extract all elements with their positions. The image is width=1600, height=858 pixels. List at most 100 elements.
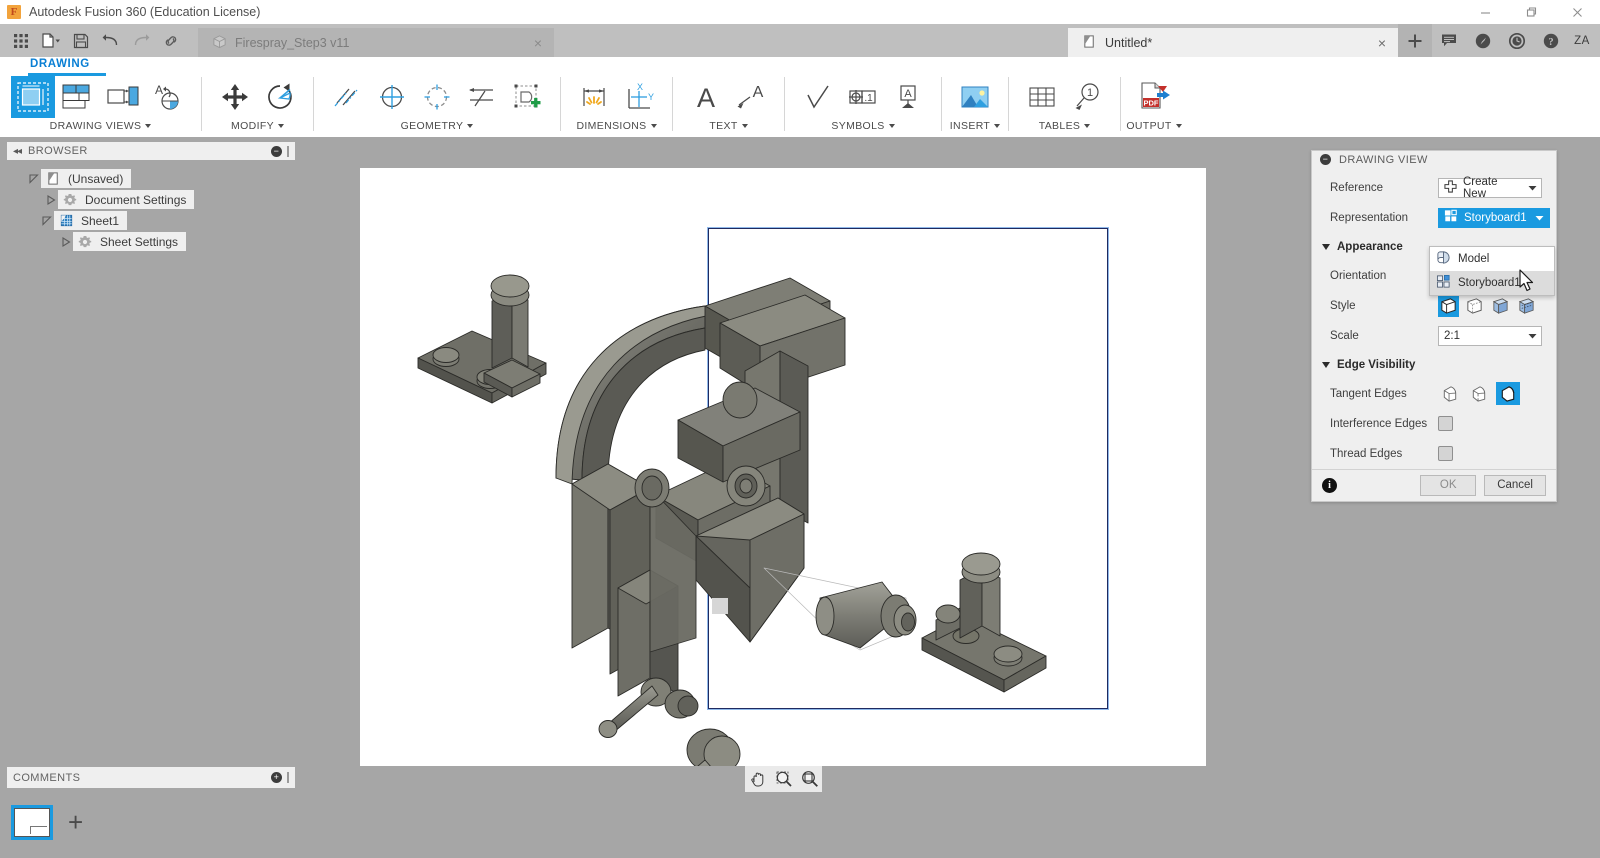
tangent-shortened-icon[interactable] — [1467, 382, 1491, 405]
panel-grip[interactable] — [287, 772, 289, 783]
ordinate-dimension-icon[interactable]: X Y — [617, 76, 661, 118]
ribbon-group-label[interactable]: SYMBOLS — [831, 120, 895, 132]
collapse-panel-icon[interactable]: ◂◂ — [13, 146, 22, 157]
tab-untitled[interactable]: Untitled* × — [1068, 28, 1398, 57]
sketch-icon[interactable] — [505, 76, 549, 118]
ribbon-group-label[interactable]: TABLES — [1039, 120, 1091, 132]
reference-select[interactable]: Create New — [1438, 176, 1542, 200]
tab-firespray[interactable]: Firespray_Step3 v11 × — [198, 28, 554, 57]
centerline-icon[interactable] — [325, 76, 369, 118]
expand-arrow-icon[interactable] — [27, 173, 41, 184]
base-view-icon[interactable] — [11, 76, 55, 118]
ribbon-body: A DRAWING VIEWS MODIFY GEOMETRY X Y DIME… — [0, 75, 1600, 139]
browser-header[interactable]: ◂◂ BROWSER − — [7, 142, 295, 160]
surface-texture-icon[interactable] — [796, 76, 840, 118]
visible-edges-style-icon[interactable] — [1438, 294, 1459, 318]
redo-icon[interactable] — [126, 24, 156, 57]
edge-extension-icon[interactable] — [460, 76, 504, 118]
chevron-down-icon[interactable] — [1525, 333, 1539, 339]
save-icon[interactable] — [66, 24, 96, 57]
info-icon[interactable]: i — [1322, 477, 1337, 493]
drawing-view-dialog[interactable]: − DRAWING VIEW Reference Create New Repr… — [1311, 150, 1557, 502]
text-icon[interactable]: A — [684, 76, 728, 118]
undo-icon[interactable] — [96, 24, 126, 57]
avatar[interactable]: ZA — [1568, 30, 1596, 52]
ribbon-group-label[interactable]: DRAWING VIEWS — [50, 120, 152, 132]
section-edge-visibility[interactable]: Edge Visibility — [1312, 351, 1556, 379]
help-icon[interactable]: ? — [1534, 24, 1568, 57]
speedometer-icon[interactable] — [1466, 24, 1500, 57]
restore-icon[interactable] — [1508, 0, 1554, 24]
close-icon[interactable] — [1554, 0, 1600, 24]
tab-close-icon[interactable]: × — [1368, 36, 1386, 50]
comments-panel-header[interactable]: COMMENTS + — [7, 767, 295, 788]
move-icon[interactable] — [213, 76, 257, 118]
pan-icon[interactable] — [745, 767, 770, 791]
leader-text-icon[interactable]: A — [729, 76, 773, 118]
bolt-circle-icon[interactable] — [415, 76, 459, 118]
tree-item-unsaved[interactable]: (Unsaved) — [7, 168, 295, 189]
tab-close-icon[interactable]: × — [524, 36, 542, 50]
file-icon[interactable] — [36, 24, 66, 57]
representation-dropdown-list[interactable]: Model Storyboard1 — [1429, 245, 1555, 296]
chevron-down-icon[interactable] — [1526, 185, 1539, 191]
collapse-arrow-icon[interactable] — [44, 194, 58, 205]
collapse-dialog-icon[interactable]: − — [1320, 154, 1331, 166]
projected-view-icon[interactable] — [56, 76, 100, 118]
app-grid-icon[interactable] — [6, 24, 36, 57]
balloon-icon[interactable]: 1 — [1065, 76, 1109, 118]
dimension-icon[interactable] — [572, 76, 616, 118]
zoom-window-icon[interactable] — [771, 767, 796, 791]
representation-select[interactable]: Storyboard1 — [1438, 207, 1550, 228]
tangent-off-icon[interactable] — [1438, 382, 1462, 405]
thread-edges-checkbox[interactable] — [1438, 446, 1453, 462]
ribbon-group-label[interactable]: TEXT — [709, 120, 748, 132]
tangent-full-icon[interactable] — [1496, 382, 1520, 406]
ribbon-group-label[interactable]: MODIFY — [231, 120, 284, 132]
datum-identifier-icon[interactable]: A — [886, 76, 930, 118]
ribbon-group-label[interactable]: INSERT — [950, 120, 1001, 132]
minimize-browser-icon[interactable]: − — [271, 145, 282, 157]
chevron-down-icon[interactable] — [1533, 215, 1547, 221]
new-tab-icon[interactable] — [1398, 24, 1432, 57]
cancel-button[interactable]: Cancel — [1484, 474, 1546, 496]
dropdown-option-model[interactable]: Model — [1430, 247, 1554, 271]
style-label: Style — [1330, 299, 1356, 312]
detail-view-icon[interactable] — [101, 76, 145, 118]
feature-control-frame-icon[interactable]: .1 — [841, 76, 885, 118]
zoom-fit-icon[interactable] — [797, 767, 822, 791]
drawing-sheet[interactable] — [360, 168, 1206, 766]
link-icon[interactable] — [156, 24, 186, 57]
interference-edges-checkbox[interactable] — [1438, 416, 1453, 432]
clock-history-icon[interactable] — [1500, 24, 1534, 57]
tree-item-sheet-settings[interactable]: Sheet Settings — [7, 231, 295, 252]
tree-item-sheet1[interactable]: Sheet1 — [7, 210, 295, 231]
part-right-knob — [935, 552, 1001, 641]
add-comment-icon[interactable]: + — [271, 772, 282, 783]
export-pdf-icon[interactable]: PDF — [1132, 76, 1176, 118]
minimize-icon[interactable] — [1462, 0, 1508, 24]
table-icon[interactable] — [1020, 76, 1064, 118]
svg-text:1: 1 — [1087, 87, 1093, 99]
comment-icon[interactable] — [1432, 24, 1466, 57]
group-label-text: OUTPUT — [1126, 120, 1172, 132]
panel-grip[interactable] — [287, 145, 289, 157]
ok-button[interactable]: OK — [1420, 474, 1477, 496]
visible-hidden-edges-style-icon[interactable] — [1464, 294, 1485, 317]
tree-item-document-settings[interactable]: Document Settings — [7, 189, 295, 210]
sheet1-thumbnail[interactable] — [11, 805, 53, 840]
rotate-icon[interactable] — [258, 76, 302, 118]
insert-image-icon[interactable] — [953, 76, 997, 118]
add-sheet-button[interactable]: + — [68, 809, 83, 835]
firespray-isometric-model[interactable] — [360, 168, 1206, 766]
auxiliary-view-icon[interactable]: A — [146, 76, 190, 118]
center-mark-icon[interactable] — [370, 76, 414, 118]
shaded-style-icon[interactable] — [1490, 294, 1511, 317]
scale-select[interactable]: 2:1 — [1438, 325, 1542, 346]
ribbon-group-label[interactable]: OUTPUT — [1126, 120, 1182, 132]
ribbon-group-label[interactable]: GEOMETRY — [401, 120, 474, 132]
collapse-arrow-icon[interactable] — [59, 236, 73, 247]
ribbon-group-label[interactable]: DIMENSIONS — [576, 120, 657, 132]
tab-drawing[interactable]: DRAWING — [30, 58, 90, 70]
expand-arrow-icon[interactable] — [40, 215, 54, 226]
